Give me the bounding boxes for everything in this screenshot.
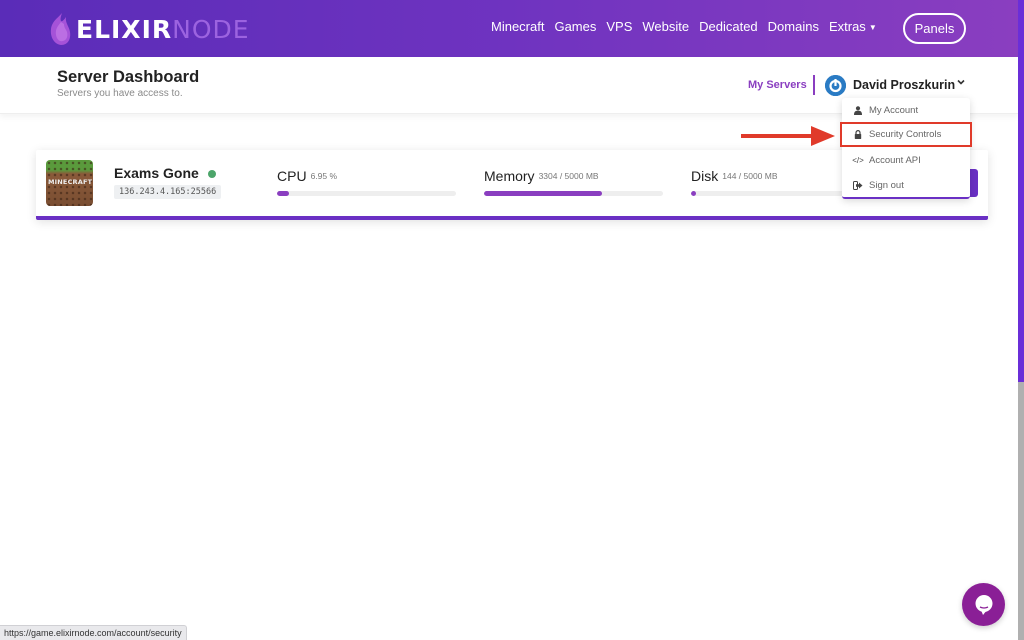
scrollbar-thumb[interactable] xyxy=(1018,0,1024,382)
memory-stat: Memory 3304 / 5000 MB xyxy=(484,168,663,196)
top-navbar: ELIXIR NODE Minecraft Games VPS Website … xyxy=(0,0,1018,57)
nav-link-extras[interactable]: Extras ▼ xyxy=(829,19,877,34)
power-avatar-icon xyxy=(825,75,846,96)
nav-link-games[interactable]: Games xyxy=(554,19,596,34)
memory-label: Memory xyxy=(484,168,535,184)
chevron-down-icon[interactable] xyxy=(957,78,965,89)
menu-item-label: Security Controls xyxy=(869,129,942,140)
memory-progress-fill xyxy=(484,191,603,196)
minecraft-game-icon: MINECRAFT xyxy=(46,160,93,206)
minecraft-icon-label: MINECRAFT xyxy=(48,178,93,186)
status-bar-url: https://game.elixirnode.com/account/secu… xyxy=(0,625,187,640)
server-name[interactable]: Exams Gone xyxy=(114,165,199,181)
lock-icon xyxy=(852,130,864,139)
server-address: 136.243.4.165:25566 xyxy=(114,185,222,199)
nav-link-website[interactable]: Website xyxy=(642,19,689,34)
caret-down-icon: ▼ xyxy=(868,23,877,32)
menu-item-label: Account API xyxy=(869,155,921,166)
nav-link-minecraft[interactable]: Minecraft xyxy=(491,19,544,34)
disk-stat: Disk 144 / 5000 MB xyxy=(691,168,870,196)
menu-item-label: Sign out xyxy=(869,180,904,191)
menu-item-my-account[interactable]: My Account xyxy=(842,98,970,123)
menu-item-security-controls[interactable]: Security Controls xyxy=(840,122,972,147)
nav-link-domains[interactable]: Domains xyxy=(768,19,819,34)
page-subtitle: Servers you have access to. xyxy=(57,88,183,99)
cpu-progress-bar xyxy=(277,191,456,196)
header-divider xyxy=(813,75,815,95)
memory-value: 3304 / 5000 MB xyxy=(538,171,599,181)
user-menu-toggle[interactable]: David Proszkurin xyxy=(853,78,955,92)
disk-label: Disk xyxy=(691,168,719,184)
cpu-label: CPU xyxy=(277,168,307,184)
user-dropdown-menu: My Account Security Controls </> Account… xyxy=(840,98,972,199)
brand-name-bold: ELIXIR xyxy=(76,14,173,44)
sign-out-icon xyxy=(852,181,864,190)
memory-progress-bar xyxy=(484,191,663,196)
nav-link-vps[interactable]: VPS xyxy=(606,19,632,34)
menu-item-sign-out[interactable]: Sign out xyxy=(842,173,970,198)
cpu-stat: CPU 6.95 % xyxy=(277,168,456,196)
disk-progress-fill xyxy=(691,191,697,196)
live-chat-button[interactable] xyxy=(962,583,1005,626)
nav-link-dedicated[interactable]: Dedicated xyxy=(699,19,758,34)
my-servers-link[interactable]: My Servers xyxy=(748,79,807,91)
cpu-progress-fill xyxy=(277,191,290,196)
brand-logo[interactable]: ELIXIR NODE xyxy=(48,12,250,46)
menu-item-account-api[interactable]: </> Account API xyxy=(842,148,970,173)
user-avatar[interactable] xyxy=(825,75,846,96)
annotation-arrow-icon xyxy=(741,126,836,151)
chat-bubble-icon xyxy=(975,594,992,615)
brand-name-light: NODE xyxy=(172,14,250,44)
code-icon: </> xyxy=(852,156,864,165)
panels-button[interactable]: Panels xyxy=(903,13,966,44)
disk-value: 144 / 5000 MB xyxy=(722,171,778,181)
nav-link-extras-label: Extras xyxy=(828,19,866,34)
menu-item-label: My Account xyxy=(869,105,919,116)
user-icon xyxy=(852,106,864,115)
page-title: Server Dashboard xyxy=(57,68,200,86)
nav-links: Minecraft Games VPS Website Dedicated Do… xyxy=(491,19,887,34)
cpu-value: 6.95 % xyxy=(310,171,338,181)
flame-logo-icon xyxy=(48,12,72,46)
server-status-indicator xyxy=(208,170,216,178)
